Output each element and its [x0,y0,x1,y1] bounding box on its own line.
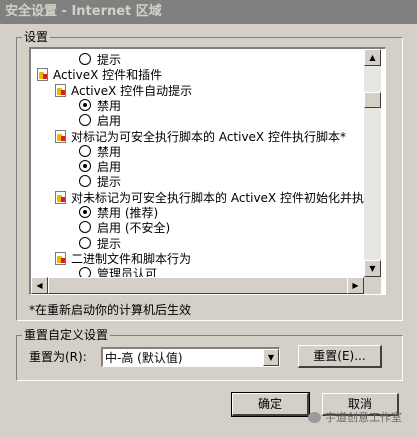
reset-group-legend: 重置自定义设置 [22,328,111,342]
security-level-value: 中-高 (默认值) [105,351,183,365]
watermark: 宇道创意工作室 [308,411,402,425]
setting-label: 提示 [97,53,122,67]
setting-radio-option[interactable]: 提示 [79,236,121,252]
setting-category: 对未标记为可安全执行脚本的 ActiveX 控件初始化并执 [55,190,364,206]
scroll-left-button[interactable]: ◀ [31,277,48,294]
setting-radio-option[interactable]: 禁用 [79,144,121,160]
chevron-down-icon[interactable]: ▼ [263,349,279,366]
settings-document-icon [55,251,66,265]
settings-group-legend: 设置 [22,30,51,44]
scroll-down-button[interactable]: ▼ [364,260,381,277]
setting-label: 提示 [97,236,122,251]
settings-document-icon [55,83,66,97]
setting-radio-option[interactable]: 启用 [79,113,121,129]
radio-checked-icon[interactable] [79,98,91,111]
setting-category: 二进制文件和脚本行为 [55,251,191,267]
settings-list[interactable]: 提示 ActiveX 控件和插件 ActiveX 控件自动提示 禁用 启用 对标记为可安全… [29,47,386,295]
radio-unchecked-icon[interactable] [79,221,91,234]
vertical-scroll-thumb[interactable] [364,92,381,108]
radio-unchecked-icon[interactable] [79,175,91,188]
setting-label: 启用 [97,160,122,175]
setting-label: 对标记为可安全执行脚本的 ActiveX 控件执行脚本* [71,129,346,144]
window-title: 安全设置 - Internet 区域 [5,4,162,19]
reset-to-label: 重置为(R): [29,350,87,364]
wechat-logo-icon [308,412,321,423]
setting-radio-option[interactable]: 启用 [79,159,121,175]
setting-label: 对未标记为可安全执行脚本的 ActiveX 控件初始化并执 [71,190,364,205]
watermark-text: 宇道创意工作室 [325,411,402,424]
radio-unchecked-icon[interactable] [79,144,91,157]
radio-unchecked-icon[interactable] [79,236,91,249]
setting-label: 二进制文件和脚本行为 [71,251,192,266]
setting-radio-option[interactable]: 提示 [79,52,121,68]
restart-note: *在重新启动你的计算机后生效 [29,303,192,317]
radio-checked-icon[interactable] [79,160,91,173]
vertical-scrollbar[interactable] [364,49,381,279]
setting-radio-option[interactable]: 禁用 (推荐) [79,205,158,221]
setting-category: ActiveX 控件自动提示 [55,83,192,99]
setting-label: ActiveX 控件和插件 [53,68,163,83]
scroll-up-button[interactable]: ▲ [364,49,381,66]
scroll-right-button[interactable]: ▶ [347,277,364,294]
settings-document-icon [55,129,66,143]
setting-label: 禁用 [97,144,122,159]
setting-label: ActiveX 控件自动提示 [71,83,193,98]
setting-label: 禁用 [97,98,122,113]
settings-document-icon [37,68,48,82]
setting-label: 提示 [97,175,122,190]
setting-label: 启用 (不安全) [97,221,171,236]
setting-radio-option[interactable]: 启用 (不安全) [79,220,170,236]
setting-radio-option[interactable]: 提示 [79,174,121,190]
settings-document-icon [55,190,66,204]
setting-category: 对标记为可安全执行脚本的 ActiveX 控件执行脚本* [55,129,346,145]
setting-label: 启用 [97,114,122,129]
horizontal-scroll-thumb[interactable] [48,277,348,294]
reset-button[interactable]: 重置(E)... [298,345,382,368]
radio-unchecked-icon[interactable] [79,53,91,65]
title-bar: 安全设置 - Internet 区域 [0,0,417,24]
setting-category: ActiveX 控件和插件 [37,67,162,83]
setting-label: 禁用 (推荐) [97,206,159,220]
scrollbar-corner [364,277,381,294]
radio-unchecked-icon[interactable] [79,114,91,127]
security-level-select[interactable]: 中-高 (默认值) ▼ [101,347,280,367]
ok-button[interactable]: 确定 [231,392,310,417]
setting-radio-option[interactable]: 禁用 [79,98,121,114]
radio-checked-icon[interactable] [79,206,91,218]
